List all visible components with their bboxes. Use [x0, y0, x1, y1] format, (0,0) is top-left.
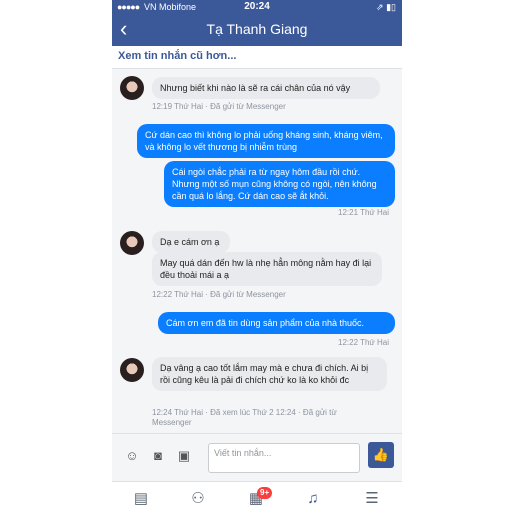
message-incoming: Dạ vâng ạ cao tốt lắm may mà e chưa đi c…: [152, 357, 387, 391]
notifications-icon[interactable]: ♫: [303, 489, 323, 509]
emoji-icon[interactable]: ☺: [124, 448, 140, 464]
tab-bar: ▤ ⚇ ▦ 9+ ♫ ☰: [112, 481, 402, 515]
message-meta: 12:22 Thứ Hai · Đã gửi từ Messenger: [152, 290, 286, 299]
battery-icon: ⇗ ▮▯: [376, 2, 396, 12]
message-incoming: Dạ e cám ơn ạ: [152, 231, 230, 253]
sticker-icon[interactable]: ▣: [176, 448, 192, 464]
message-outgoing: Cứ dán cao thì không lo phải uống kháng …: [137, 124, 395, 158]
message-meta: 12:19 Thứ Hai · Đã gửi từ Messenger: [152, 102, 286, 111]
message-meta: 12:24 Thứ Hai · Đã xem lúc Thứ 2 12:24 ·…: [152, 408, 337, 427]
conversation-title[interactable]: Tạ Thanh Giang: [112, 21, 402, 37]
news-feed-icon[interactable]: ▤: [131, 489, 151, 509]
status-bar: ●●●●● VN Mobifone 20:24 ⇗ ▮▯: [112, 0, 402, 14]
clock: 20:24: [244, 1, 270, 12]
message-outgoing: Cái ngòi chắc phải ra từ ngay hôm đầu rồ…: [164, 161, 395, 207]
conversation-header: ‹ Tạ Thanh Giang: [112, 14, 402, 46]
composer: ☺ ◙ ▣ Viết tin nhắn... 👍: [112, 433, 402, 482]
friends-icon[interactable]: ⚇: [188, 489, 208, 509]
messenger-screen: ●●●●● VN Mobifone 20:24 ⇗ ▮▯ ‹ Tạ Thanh …: [112, 0, 402, 515]
avatar[interactable]: [120, 358, 144, 382]
avatar[interactable]: [120, 231, 144, 255]
notification-badge: 9+: [257, 487, 273, 499]
message-incoming: Nhưng biết khi nào là sẽ ra cái chân của…: [152, 77, 380, 99]
like-button[interactable]: 👍: [368, 442, 394, 468]
menu-icon[interactable]: ☰: [362, 489, 382, 509]
message-meta: 12:21 Thứ Hai: [338, 208, 390, 217]
load-older-label[interactable]: Xem tin nhắn cũ hơn...: [118, 50, 236, 62]
message-incoming: May quá dán đến hw là nhẹ hẳn mông nằm h…: [152, 252, 382, 286]
message-input[interactable]: Viết tin nhắn...: [208, 443, 360, 473]
message-outgoing: Cám ơn em đã tin dùng sản phẩm của nhà t…: [158, 312, 395, 334]
avatar[interactable]: [120, 76, 144, 100]
message-meta: 12:22 Thứ Hai: [338, 338, 390, 347]
load-older-messages[interactable]: Xem tin nhắn cũ hơn...: [112, 46, 402, 69]
camera-icon[interactable]: ◙: [150, 448, 166, 464]
